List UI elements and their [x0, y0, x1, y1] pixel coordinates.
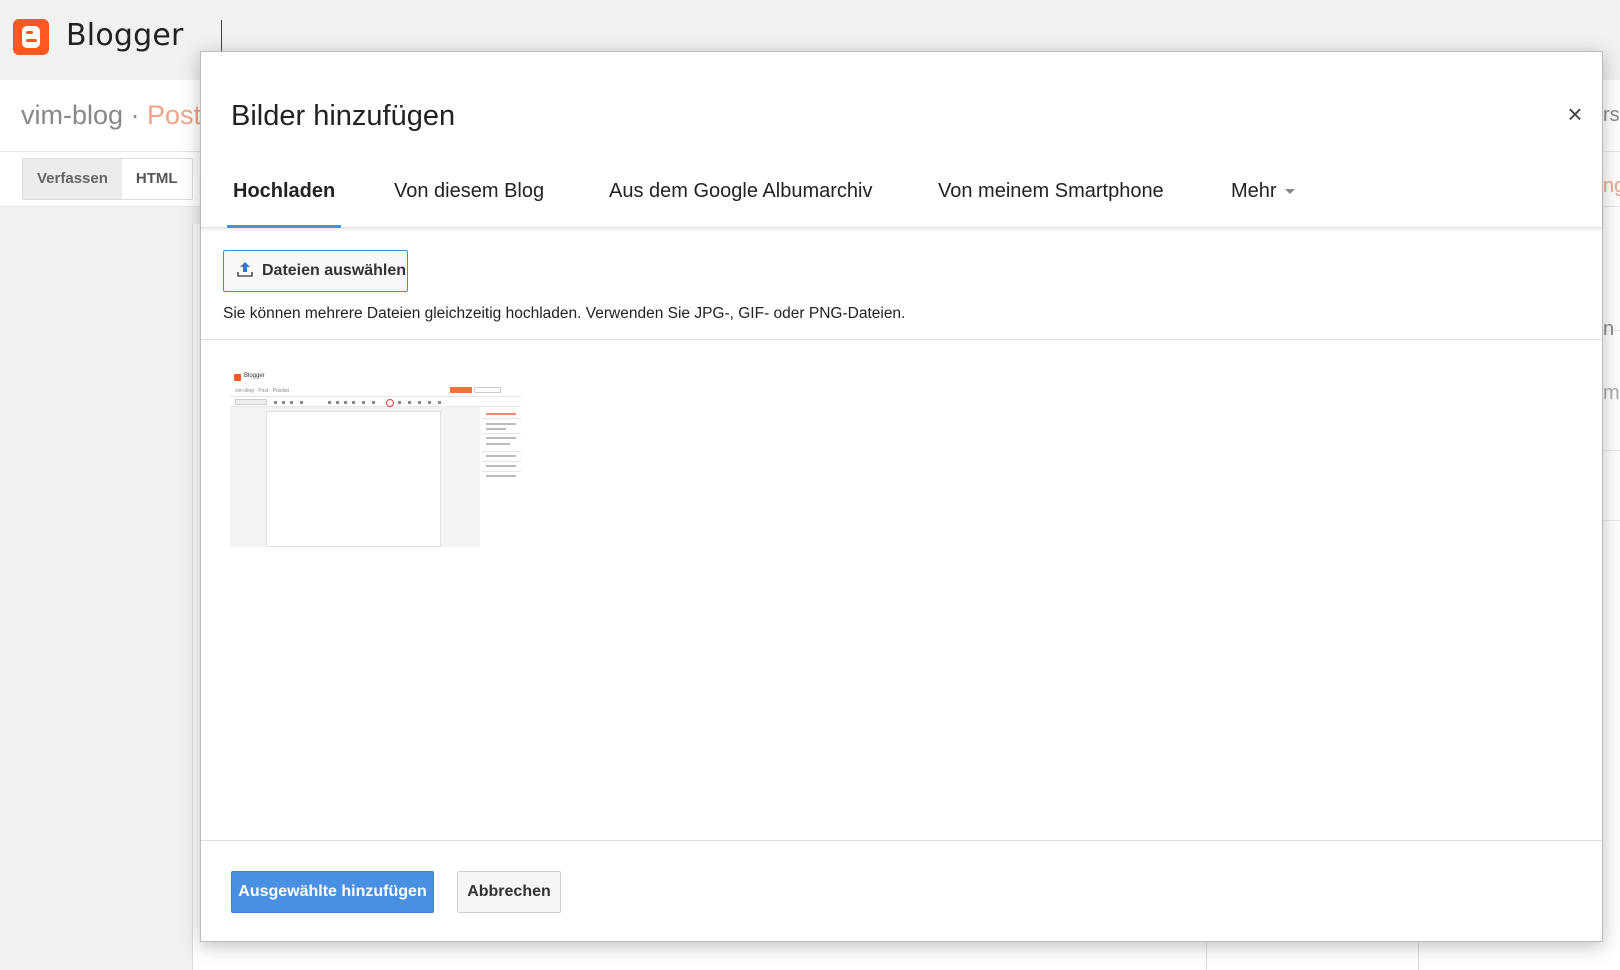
thumb-highlight-circle	[386, 399, 394, 407]
tab-more[interactable]: Mehr	[1231, 168, 1295, 228]
thumb-sidebar-divider	[482, 471, 521, 472]
thumb-blogger-logo-icon	[234, 374, 241, 381]
peek-tab-text: ng	[1603, 175, 1620, 197]
thumb-tool	[352, 401, 355, 404]
mode-html-tab[interactable]: HTML	[121, 159, 192, 199]
thumb-tool	[428, 401, 431, 404]
thumb-tool	[398, 401, 401, 404]
thumb-sidebar-divider	[482, 461, 521, 462]
thumb-tool	[344, 401, 347, 404]
blogger-logo-icon[interactable]	[13, 19, 49, 55]
thumb-tool	[438, 401, 441, 404]
thumb-tool	[290, 401, 293, 404]
peek-sidebar-text: n	[1603, 318, 1615, 340]
add-selected-button[interactable]: Ausgewählte hinzufügen	[231, 871, 434, 913]
thumb-sidebar-item	[486, 413, 516, 415]
add-images-dialog: Bilder hinzufügen × Hochladen Von diesem…	[200, 51, 1603, 942]
thumb-sidebar-item	[486, 443, 510, 445]
app-name: Blogger	[66, 18, 184, 53]
thumb-tool	[300, 401, 303, 404]
tab-google-album-archive[interactable]: Aus dem Google Albumarchiv	[609, 168, 872, 228]
chevron-down-icon	[1284, 189, 1295, 195]
thumb-publish-button	[450, 387, 472, 393]
thumb-tool	[282, 401, 285, 404]
thumb-sidebar-item	[486, 428, 506, 430]
thumb-sidebar-item	[486, 475, 516, 477]
thumb-editor-canvas	[266, 411, 441, 547]
thumb-topbar	[230, 371, 521, 385]
thumb-save-button	[474, 387, 501, 393]
thumb-tool	[336, 401, 339, 404]
thumb-sidebar-divider	[482, 433, 521, 434]
thumb-tool	[328, 401, 331, 404]
thumb-sidebar-divider	[482, 451, 521, 452]
breadcrumb-post: Post	[147, 100, 202, 130]
thumb-tool	[362, 401, 365, 404]
source-tabs: Hochladen Von diesem Blog Aus dem Google…	[201, 168, 1602, 228]
blog-name[interactable]: vim-blog ·	[21, 100, 140, 131]
thumb-tool	[418, 401, 421, 404]
choose-files-button[interactable]: Dateien auswählen	[223, 250, 408, 292]
thumb-app-label: Blogger	[244, 373, 265, 379]
thumb-blog-label: vim-blog · Post · Postlist	[235, 388, 289, 394]
tab-more-label: Mehr	[1231, 180, 1277, 202]
upload-hint: Sie können mehrere Dateien gleichzeitig …	[223, 305, 906, 322]
choose-files-label: Dateien auswählen	[262, 262, 407, 279]
peek-sidebar-text: me	[1603, 382, 1620, 404]
thumb-tool	[408, 401, 411, 404]
topbar-divider	[221, 20, 222, 52]
uploaded-image-thumbnail[interactable]: Blogger vim-blog · Post · Postlist	[230, 371, 521, 547]
peek-header-text: rs	[1603, 104, 1620, 126]
thumb-sidebar-item	[486, 455, 516, 457]
close-icon[interactable]: ×	[1562, 101, 1588, 127]
section-divider	[201, 339, 1602, 340]
thumb-tool	[274, 401, 277, 404]
tab-from-this-blog[interactable]: Von diesem Blog	[394, 168, 544, 228]
thumb-mode-tabs	[235, 399, 267, 405]
mode-compose-tab[interactable]: Verfassen	[23, 159, 122, 199]
footer-divider	[201, 840, 1602, 841]
thumb-sidebar-divider	[482, 418, 521, 419]
upload-icon	[237, 262, 253, 277]
thumb-sidebar-item	[486, 423, 516, 425]
dialog-title: Bilder hinzufügen	[231, 100, 456, 132]
thumb-sidebar-item	[486, 465, 516, 467]
cancel-button[interactable]: Abbrechen	[457, 871, 561, 913]
tab-upload[interactable]: Hochladen	[227, 168, 342, 228]
thumb-tool	[372, 401, 375, 404]
thumb-sidebar-item	[486, 437, 516, 439]
tab-from-my-smartphone[interactable]: Von meinem Smartphone	[938, 168, 1164, 228]
editor-mode-tabs: Verfassen HTML	[22, 158, 193, 200]
